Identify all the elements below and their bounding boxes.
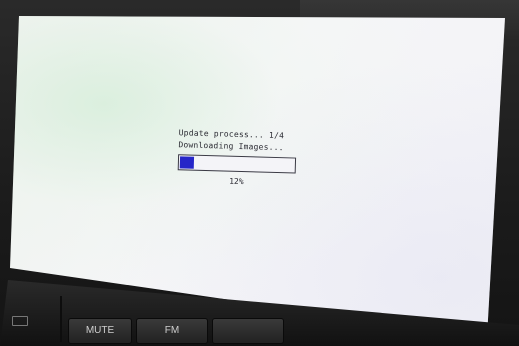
download-status-message: Downloading Images... bbox=[178, 140, 284, 153]
update-process-title: Update process... 1/4 bbox=[178, 128, 285, 141]
console-button[interactable] bbox=[212, 318, 284, 344]
fm-button[interactable]: FM bbox=[136, 318, 208, 344]
mute-button[interactable]: MUTE bbox=[68, 318, 132, 344]
phone-icon[interactable] bbox=[12, 316, 28, 326]
update-progress-fill bbox=[179, 156, 195, 169]
update-progress-bar bbox=[177, 154, 297, 174]
update-progress-percent: 12% bbox=[229, 176, 244, 187]
photo-frame: Update process... 1/4 Downloading Images… bbox=[0, 0, 519, 346]
console-divider bbox=[60, 296, 62, 342]
